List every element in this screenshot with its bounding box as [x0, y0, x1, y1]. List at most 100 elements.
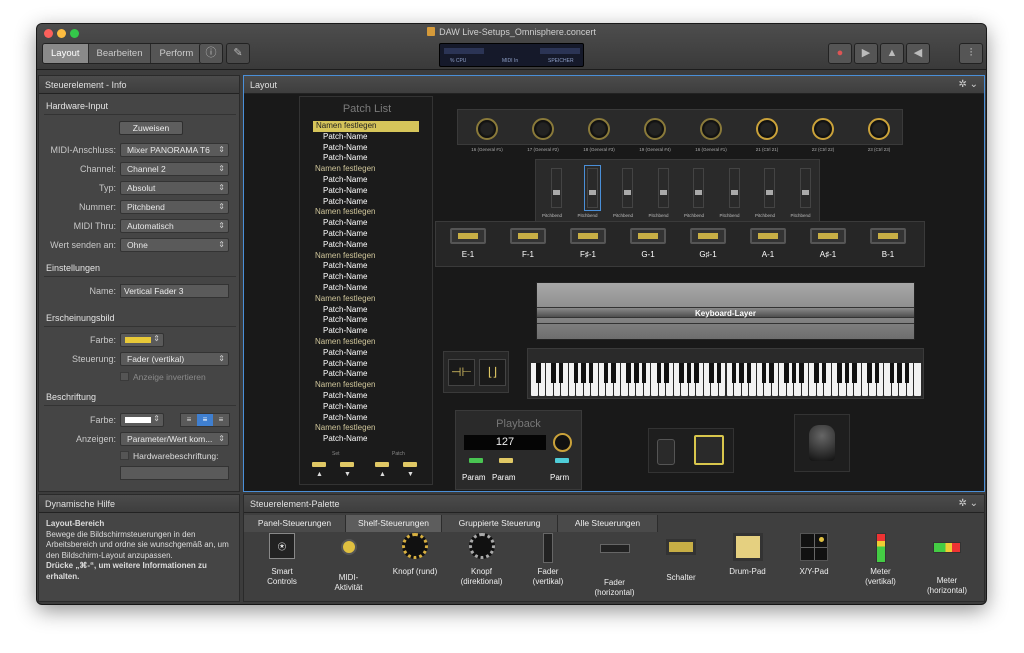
black-key[interactable] [746, 363, 752, 383]
black-key[interactable] [731, 363, 737, 383]
patch-list-item[interactable]: Patch-Name [313, 348, 419, 359]
patch-list-item[interactable]: Namen festlegen [313, 380, 419, 391]
patch-list-item[interactable]: Namen festlegen [313, 294, 419, 305]
black-key[interactable] [626, 363, 631, 383]
vertical-fader[interactable] [551, 168, 562, 208]
black-key[interactable] [664, 363, 669, 383]
knob-control[interactable] [868, 118, 890, 140]
switch-button[interactable] [510, 228, 546, 244]
patch-list-item[interactable]: Patch-Name [313, 434, 419, 445]
hw-row-popup[interactable]: Channel 2 [120, 162, 229, 176]
palette-item[interactable]: Schalter [646, 533, 716, 583]
black-key[interactable] [904, 363, 910, 383]
switch-button[interactable] [870, 228, 906, 244]
black-key[interactable] [558, 363, 564, 383]
info-button[interactable]: ⓘ [199, 43, 223, 64]
black-key[interactable] [867, 363, 872, 383]
patch-list-item[interactable]: Patch-Name [313, 143, 419, 154]
knob-control[interactable] [476, 118, 498, 140]
patch-list-item[interactable]: Patch-Name [313, 413, 419, 424]
palette-item[interactable]: Fader (horizontal) [580, 533, 650, 598]
playback-knob[interactable] [553, 433, 572, 452]
display-popup[interactable]: Parameter/Wert kom... [120, 432, 229, 446]
patch-list-item[interactable]: Patch-Name [313, 283, 419, 294]
metronome-button[interactable]: ▲ [880, 43, 904, 64]
knob-control[interactable] [644, 118, 666, 140]
patch-list-item[interactable]: Patch-Name [313, 261, 419, 272]
set-next-arrow-icon[interactable]: ▼ [344, 471, 351, 478]
black-key[interactable] [709, 363, 714, 383]
black-key[interactable] [716, 363, 722, 383]
patch-list-item[interactable]: Namen festlegen [313, 121, 419, 132]
patch-list-item[interactable]: Patch-Name [313, 197, 419, 208]
tab-gruppierte-steuerung[interactable]: Gruppierte Steuerung [442, 515, 558, 532]
vertical-fader[interactable] [693, 168, 704, 208]
patch-list-item[interactable]: Namen festlegen [313, 251, 419, 262]
tab-alle-steuerungen[interactable]: Alle Steuerungen [558, 515, 658, 532]
knob-control[interactable] [532, 118, 554, 140]
pitch-wheel-icon[interactable]: ⊣⊢ [448, 359, 475, 386]
mod-wheel-icon[interactable]: ⌊⌋ [479, 359, 506, 386]
patch-list-item[interactable]: Patch-Name [313, 153, 419, 164]
sustain-pedal-icon[interactable] [694, 435, 724, 465]
record-button[interactable]: ● [828, 43, 852, 64]
switch-button[interactable] [690, 228, 726, 244]
layout-canvas[interactable]: Patch List Namen festlegen Patch-Name Patc… [244, 94, 984, 491]
color-picker[interactable]: ⇕ [120, 333, 164, 347]
patch-list-item[interactable]: Patch-Name [313, 369, 419, 380]
black-key[interactable] [641, 363, 647, 383]
switch-button[interactable] [450, 228, 486, 244]
knob-control[interactable] [700, 118, 722, 140]
black-key[interactable] [573, 363, 579, 383]
hw-row-popup[interactable]: Mixer PANORAMA T6 [120, 143, 229, 157]
align-left-icon[interactable]: ≡ [181, 414, 197, 426]
vertical-fader[interactable] [657, 168, 669, 208]
black-key[interactable] [686, 363, 692, 383]
switch-button[interactable] [750, 228, 786, 244]
black-key[interactable] [603, 363, 609, 383]
palette-item[interactable]: X/Y-Pad [779, 533, 849, 577]
hw-row-popup[interactable]: Ohne [120, 238, 229, 252]
patch-list-item[interactable]: Namen festlegen [313, 423, 419, 434]
assign-button[interactable]: Zuweisen [119, 121, 183, 135]
hw-row-popup[interactable]: Automatisch [120, 219, 229, 233]
keyboard[interactable] [527, 348, 924, 399]
black-key[interactable] [551, 363, 556, 383]
patch-list-item[interactable]: Patch-Name [313, 391, 419, 402]
black-key[interactable] [821, 363, 827, 383]
patch-list-item[interactable]: Patch-Name [313, 326, 419, 337]
palette-item[interactable]: MIDI- Aktivität [314, 533, 384, 593]
black-key[interactable] [889, 363, 895, 383]
tab-perform[interactable]: Perform [151, 44, 202, 63]
black-key[interactable] [761, 363, 767, 383]
black-key[interactable] [611, 363, 616, 383]
patch-list-item[interactable]: Namen festlegen [313, 164, 419, 175]
patch-list-item[interactable]: Patch-Name [313, 272, 419, 283]
switch-button[interactable] [810, 228, 846, 244]
speaker-button[interactable]: ◀ [906, 43, 930, 64]
tab-layout[interactable]: Layout [43, 44, 89, 63]
black-key[interactable] [739, 363, 744, 383]
name-field[interactable]: Vertical Fader 3 [120, 284, 229, 298]
patch-list-item[interactable]: Patch-Name [313, 240, 419, 251]
patch-next-arrow-icon[interactable]: ▼ [407, 471, 414, 478]
black-key[interactable] [791, 363, 797, 383]
set-prev-arrow-icon[interactable]: ▲ [316, 471, 323, 478]
patch-list-item[interactable]: Patch-Name [313, 132, 419, 143]
palette-item[interactable]: ⍟ Smart Controls [247, 533, 317, 587]
expression-pedal-icon[interactable] [657, 439, 675, 465]
patch-prev-arrow-icon[interactable]: ▲ [379, 471, 386, 478]
joystick-icon[interactable] [809, 425, 835, 461]
patch-list[interactable]: Patch List Namen festlegen Patch-Name Patc… [299, 96, 433, 485]
align-right-icon[interactable]: ≡ [213, 414, 229, 426]
vertical-fader[interactable] [764, 168, 775, 208]
black-key[interactable] [844, 363, 850, 383]
black-key[interactable] [634, 363, 639, 383]
hw-label-field[interactable] [120, 466, 229, 480]
knob-control[interactable] [588, 118, 610, 140]
black-key[interactable] [799, 363, 804, 383]
patch-list-item[interactable]: Patch-Name [313, 305, 419, 316]
label-color-picker[interactable]: ⇕ [120, 413, 164, 427]
patch-list-item[interactable]: Patch-Name [313, 229, 419, 240]
patch-list-item[interactable]: Namen festlegen [313, 207, 419, 218]
